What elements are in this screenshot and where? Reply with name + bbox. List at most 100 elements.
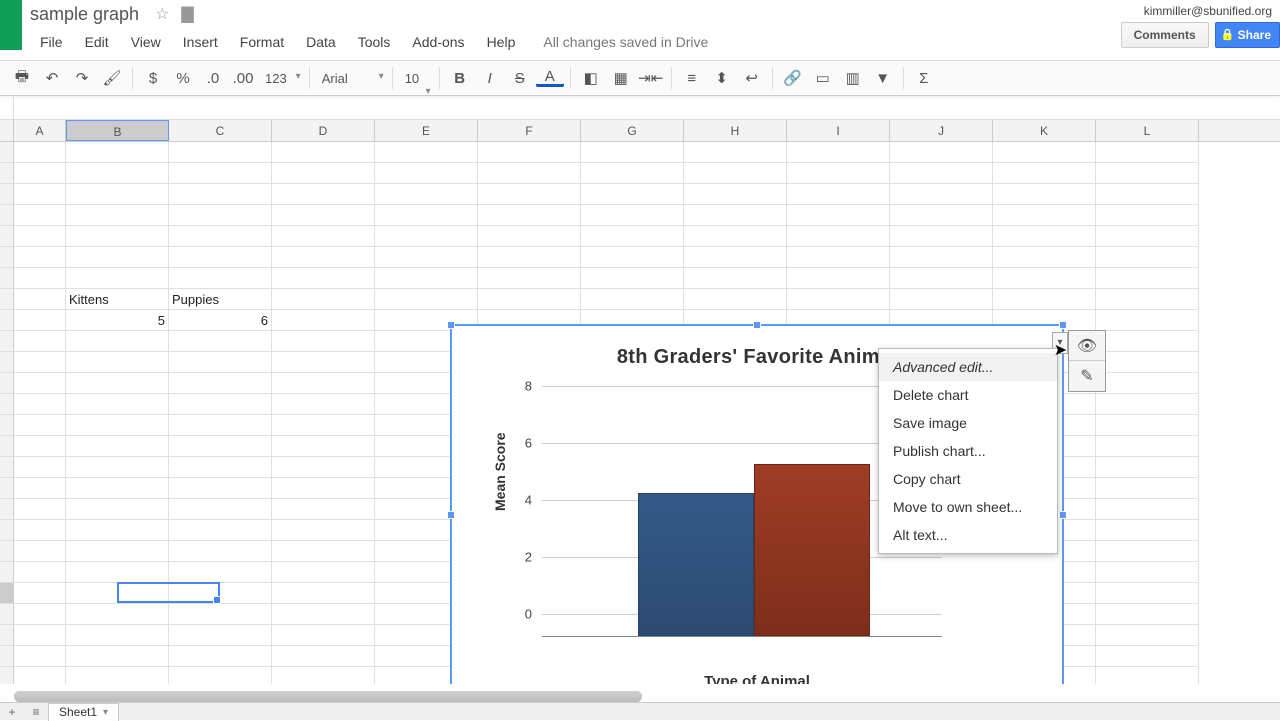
cell[interactable] <box>993 289 1096 310</box>
cell[interactable] <box>169 625 272 646</box>
col-head-g[interactable]: G <box>581 120 684 141</box>
cell[interactable] <box>169 667 272 684</box>
cell[interactable] <box>375 247 478 268</box>
cell[interactable] <box>66 604 169 625</box>
resize-handle[interactable] <box>447 321 455 329</box>
cell[interactable] <box>1096 520 1199 541</box>
cell[interactable] <box>14 268 66 289</box>
cell[interactable] <box>14 541 66 562</box>
cell[interactable] <box>66 373 169 394</box>
cell[interactable] <box>1096 667 1199 684</box>
cell[interactable] <box>1096 289 1199 310</box>
cell[interactable] <box>787 247 890 268</box>
cell[interactable]: 6 <box>169 310 272 331</box>
filter-icon[interactable]: ▼ <box>869 65 897 91</box>
cell[interactable] <box>272 625 375 646</box>
halign-icon[interactable]: ≡ <box>678 65 706 91</box>
col-head-b[interactable]: B <box>66 120 169 141</box>
cell[interactable] <box>14 478 66 499</box>
cell[interactable] <box>169 436 272 457</box>
cell[interactable] <box>787 163 890 184</box>
cell[interactable] <box>14 499 66 520</box>
cell[interactable] <box>66 142 169 163</box>
row-head[interactable] <box>0 499 14 520</box>
cell[interactable] <box>272 562 375 583</box>
borders-icon[interactable]: ▦ <box>607 65 635 91</box>
cell[interactable] <box>1096 457 1199 478</box>
cell[interactable] <box>787 226 890 247</box>
cell[interactable] <box>478 184 581 205</box>
cell[interactable] <box>478 226 581 247</box>
cell[interactable] <box>1096 604 1199 625</box>
cell[interactable] <box>66 562 169 583</box>
account-email[interactable]: kimmiller@sbunified.org <box>1144 4 1272 18</box>
cell[interactable] <box>272 415 375 436</box>
cell[interactable] <box>581 226 684 247</box>
cell[interactable] <box>272 373 375 394</box>
cell[interactable] <box>66 163 169 184</box>
dec-decrease-icon[interactable]: .0 <box>199 65 227 91</box>
menu-format[interactable]: Format <box>230 32 294 52</box>
row-head[interactable] <box>0 394 14 415</box>
cell[interactable] <box>169 268 272 289</box>
cell[interactable] <box>993 268 1096 289</box>
cell[interactable] <box>1096 163 1199 184</box>
merge-icon[interactable]: ⇥⇤ <box>637 65 665 91</box>
col-head-h[interactable]: H <box>684 120 787 141</box>
cell[interactable] <box>66 268 169 289</box>
col-head-i[interactable]: I <box>787 120 890 141</box>
cell[interactable] <box>1096 499 1199 520</box>
ctx-copy-chart[interactable]: Copy chart <box>879 465 1057 493</box>
cell[interactable] <box>272 394 375 415</box>
row-head[interactable] <box>0 289 14 310</box>
cell[interactable]: Kittens <box>66 289 169 310</box>
cell[interactable] <box>375 268 478 289</box>
cell[interactable]: Puppies <box>169 289 272 310</box>
cell[interactable] <box>272 163 375 184</box>
redo-icon[interactable]: ↷ <box>68 65 96 91</box>
menu-help[interactable]: Help <box>477 32 526 52</box>
cell[interactable] <box>66 205 169 226</box>
chart-icon[interactable]: ▥ <box>839 65 867 91</box>
all-sheets-icon[interactable]: ≡ <box>24 705 48 719</box>
cell[interactable] <box>375 163 478 184</box>
cell[interactable] <box>1096 205 1199 226</box>
cell[interactable] <box>66 184 169 205</box>
cell[interactable] <box>14 142 66 163</box>
row-head[interactable] <box>0 184 14 205</box>
select-all-corner[interactable] <box>0 120 14 141</box>
col-head-a[interactable]: A <box>14 120 66 141</box>
cell[interactable] <box>66 499 169 520</box>
resize-handle[interactable] <box>447 511 455 519</box>
functions-icon[interactable]: Σ <box>910 65 938 91</box>
ctx-alt-text[interactable]: Alt text... <box>879 521 1057 549</box>
row-head[interactable] <box>0 520 14 541</box>
cell[interactable] <box>581 184 684 205</box>
col-head-d[interactable]: D <box>272 120 375 141</box>
row-head[interactable] <box>0 478 14 499</box>
cell[interactable] <box>1096 226 1199 247</box>
ctx-delete-chart[interactable]: Delete chart <box>879 381 1057 409</box>
cell[interactable] <box>14 184 66 205</box>
comment-icon[interactable]: ▭ <box>809 65 837 91</box>
cell[interactable] <box>375 205 478 226</box>
cell[interactable] <box>14 205 66 226</box>
doc-title[interactable]: sample graph <box>30 4 139 25</box>
cell[interactable] <box>169 457 272 478</box>
cell[interactable] <box>169 520 272 541</box>
print-icon[interactable]: 🖶 <box>8 65 36 91</box>
cell[interactable] <box>478 247 581 268</box>
cell[interactable] <box>66 625 169 646</box>
cell[interactable] <box>169 562 272 583</box>
cell[interactable] <box>14 310 66 331</box>
number-format-select[interactable]: 123 <box>259 69 303 88</box>
percent-icon[interactable]: % <box>169 65 197 91</box>
cell[interactable] <box>581 205 684 226</box>
cell[interactable] <box>375 289 478 310</box>
cell[interactable] <box>66 583 169 604</box>
cell[interactable] <box>14 163 66 184</box>
row-head[interactable] <box>0 562 14 583</box>
cell[interactable] <box>375 142 478 163</box>
cell[interactable] <box>272 457 375 478</box>
strike-icon[interactable]: S <box>506 65 534 91</box>
